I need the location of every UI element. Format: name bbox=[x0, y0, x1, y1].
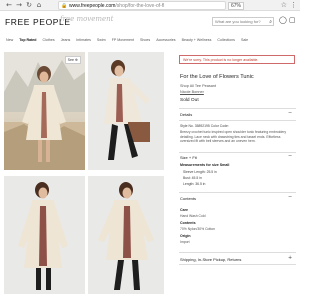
care-value: Hand Wash Cold bbox=[180, 214, 206, 218]
divider bbox=[179, 252, 296, 253]
product-title: For the Love of Flowers Tunic bbox=[180, 74, 254, 80]
search-icon[interactable]: ⌕ bbox=[269, 18, 272, 26]
forward-arrow-icon[interactable]: → bbox=[14, 0, 24, 10]
divider bbox=[179, 108, 296, 109]
size-fit-section-header[interactable]: Size + Fit bbox=[180, 155, 197, 160]
divider bbox=[179, 120, 296, 121]
product-photo-2[interactable] bbox=[88, 52, 164, 170]
origin-label: Origin bbox=[180, 234, 191, 238]
nav-item[interactable]: Accessories bbox=[156, 38, 175, 42]
back-arrow-icon[interactable]: ← bbox=[4, 0, 14, 10]
search-input[interactable]: What are you looking for? ⌕ bbox=[212, 17, 274, 26]
zoom-level[interactable]: 67% bbox=[228, 2, 245, 10]
product-description: Breezy crochet tunic inspired open shoul… bbox=[180, 130, 287, 144]
contents-value: 70% Nylon/30% Cotton bbox=[180, 227, 216, 231]
product-category-link[interactable]: Shop All Tee Peasant bbox=[180, 84, 216, 88]
star-icon[interactable]: ☆ bbox=[281, 1, 287, 10]
nav-item[interactable]: Collections bbox=[217, 38, 235, 42]
site-header: FREE PEOPLE free movement What are you l… bbox=[0, 12, 300, 36]
zoom-badge[interactable]: See ⊕ bbox=[64, 56, 81, 64]
nav-item[interactable]: FP Movement bbox=[112, 38, 134, 42]
nav-item[interactable]: Beauty + Wellness bbox=[182, 38, 212, 42]
zoom-icon: ⊕ bbox=[74, 58, 78, 62]
search-placeholder: What are you looking for? bbox=[215, 19, 261, 24]
measurement-item: Bust: 45.5 in bbox=[183, 176, 202, 180]
style-number: Style No. 35892195 Color Code: bbox=[180, 124, 229, 128]
care-label: Care bbox=[180, 208, 188, 212]
browser-toolbar: ← → ↻ ⌂ 🔒 www.freepeople.com/shop/for-th… bbox=[0, 0, 300, 11]
unavailable-alert: We're sorry. This product is no longer a… bbox=[179, 55, 295, 64]
nav-item[interactable]: Intimates bbox=[76, 38, 91, 42]
nav-item[interactable]: Jeans bbox=[61, 38, 71, 42]
photo-2-illustration bbox=[104, 60, 150, 160]
photo-1-illustration bbox=[4, 52, 85, 170]
home-icon[interactable]: ⌂ bbox=[34, 0, 44, 10]
lock-icon: 🔒 bbox=[61, 3, 68, 9]
minus-icon[interactable]: − bbox=[288, 110, 292, 116]
measurement-item: Sleeve Length: 25.5 in bbox=[183, 170, 217, 174]
url-path: /shop/for-the-love-of-fl bbox=[115, 3, 165, 9]
origin-value: Import bbox=[180, 240, 190, 244]
minus-icon[interactable]: − bbox=[288, 153, 292, 159]
reload-icon[interactable]: ↻ bbox=[24, 0, 34, 10]
zoom-badge-label: See bbox=[67, 58, 74, 62]
measurement-item: Length: 36.5 in bbox=[183, 182, 206, 186]
nav-item-active[interactable]: Top Rated bbox=[19, 38, 36, 42]
photo-4-illustration bbox=[98, 182, 154, 290]
sold-out-status: Sold Out bbox=[180, 98, 199, 103]
contents-label: Contents bbox=[180, 221, 196, 225]
product-designer-link[interactable]: Nicole Bonner bbox=[180, 90, 204, 94]
user-icon[interactable]: ◯ bbox=[279, 16, 287, 24]
bag-icon[interactable]: ▢ bbox=[289, 16, 296, 24]
movement-logo[interactable]: free movement bbox=[60, 15, 114, 23]
details-section-header[interactable]: Details bbox=[180, 112, 192, 117]
nav-item[interactable]: Swim bbox=[97, 38, 106, 42]
nav-item[interactable]: Sale bbox=[241, 38, 248, 42]
divider bbox=[179, 152, 296, 153]
product-photo-3[interactable] bbox=[4, 176, 85, 294]
plus-icon[interactable]: + bbox=[288, 255, 292, 261]
product-photo-1[interactable]: See ⊕ bbox=[4, 52, 85, 170]
shipping-section-header[interactable]: Shipping, In-Store Pickup, Returns bbox=[180, 257, 241, 262]
nav-item[interactable]: Clothes bbox=[43, 38, 55, 42]
menu-icon[interactable]: ⋮ bbox=[290, 1, 297, 10]
photo-3-illustration bbox=[18, 182, 68, 290]
minus-icon[interactable]: − bbox=[288, 194, 292, 200]
measurements-heading: Measurements for size Small bbox=[180, 163, 230, 167]
nav-item[interactable]: New bbox=[6, 38, 13, 42]
contents-section-header[interactable]: Contents bbox=[180, 196, 196, 201]
divider bbox=[179, 264, 296, 265]
address-bar[interactable]: 🔒 www.freepeople.com/shop/for-the-love-o… bbox=[58, 1, 226, 10]
url-host: www.freepeople.com bbox=[69, 3, 116, 9]
divider bbox=[179, 192, 296, 193]
nav-item[interactable]: Shoes bbox=[140, 38, 150, 42]
product-photo-4[interactable] bbox=[88, 176, 164, 294]
category-nav: New Top Rated Clothes Jeans Intimates Sw… bbox=[0, 36, 300, 44]
